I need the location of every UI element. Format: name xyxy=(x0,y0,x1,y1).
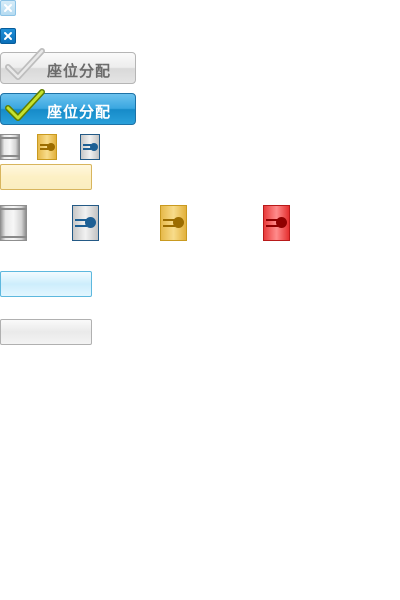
seat-allocation-label: 座位分配 xyxy=(47,103,112,121)
close-icon-light[interactable] xyxy=(0,0,16,16)
checkmark-icon xyxy=(5,47,45,87)
close-icon-dark[interactable] xyxy=(0,28,16,44)
seat-allocation-label: 座位分配 xyxy=(47,62,112,80)
highlight-field-gold[interactable] xyxy=(0,164,92,190)
seat-reserved-gold-large-icon[interactable] xyxy=(160,205,187,241)
seat-reserved-gold-icon[interactable] xyxy=(37,134,57,160)
seat-occupied-blue-icon[interactable] xyxy=(80,134,100,160)
seat-allocation-button-hover[interactable]: 座位分配 xyxy=(0,89,136,125)
seat-occupied-blue-large-icon[interactable] xyxy=(72,205,99,241)
seat-unavailable-red-large-icon[interactable] xyxy=(263,205,290,241)
highlight-field-gray[interactable] xyxy=(0,319,92,345)
seat-empty-icon[interactable] xyxy=(0,134,20,160)
checkmark-icon xyxy=(5,88,45,128)
seat-allocation-button-default[interactable]: 座位分配 xyxy=(0,48,136,84)
highlight-field-blue[interactable] xyxy=(0,271,92,297)
seat-empty-large-icon[interactable] xyxy=(0,205,27,241)
